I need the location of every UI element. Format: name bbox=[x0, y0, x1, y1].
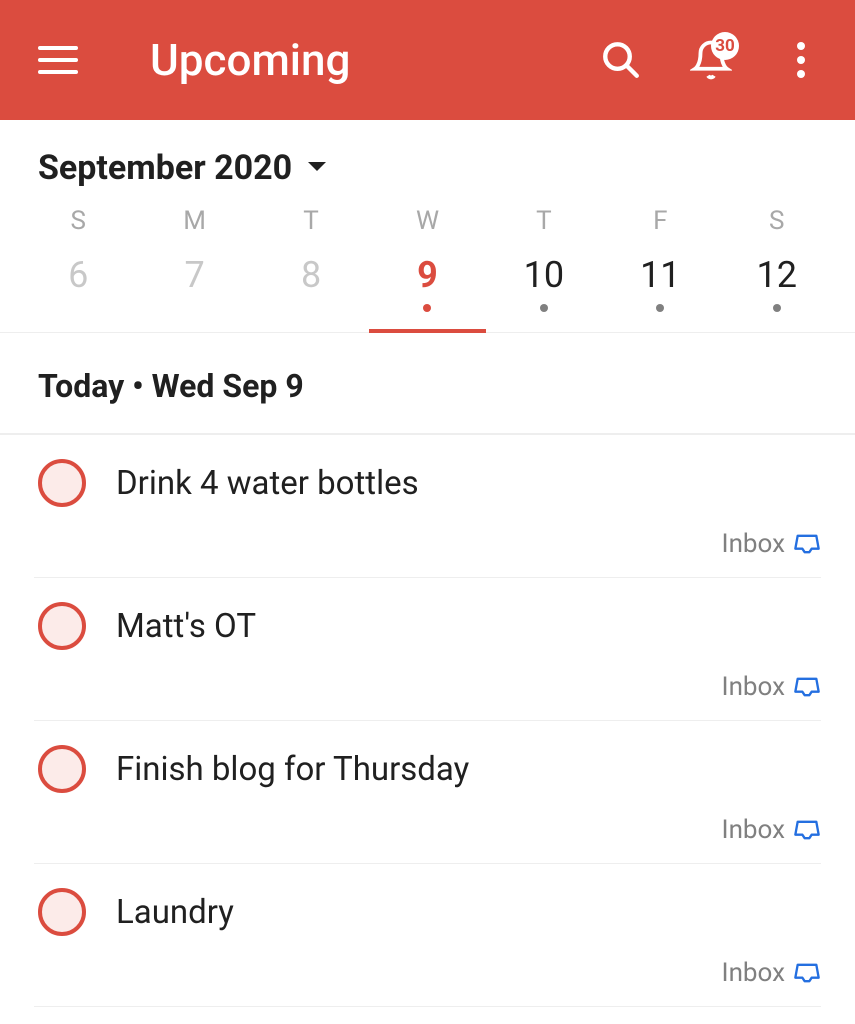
task-item[interactable]: Finish blog for Thursday Inbox bbox=[34, 721, 821, 864]
task-top-row: Laundry bbox=[38, 888, 821, 936]
header-actions: 30 bbox=[597, 36, 825, 84]
day-column[interactable]: S 12 bbox=[719, 206, 835, 332]
day-column[interactable]: T8 bbox=[253, 206, 369, 332]
project-label: Inbox bbox=[722, 958, 786, 988]
day-number: 6 bbox=[68, 254, 88, 296]
day-number: 9 bbox=[417, 254, 438, 296]
day-dot bbox=[773, 304, 781, 312]
day-letter: T bbox=[303, 206, 319, 236]
day-number: 11 bbox=[640, 254, 680, 296]
task-title: Drink 4 water bottles bbox=[116, 464, 419, 503]
task-item[interactable]: Drink 4 water bottles Inbox bbox=[34, 435, 821, 578]
task-meta: Inbox bbox=[38, 672, 821, 702]
day-number: 12 bbox=[757, 254, 797, 296]
task-top-row: Drink 4 water bottles bbox=[38, 459, 821, 507]
day-column[interactable]: T 10 bbox=[486, 206, 602, 332]
menu-icon[interactable] bbox=[38, 38, 82, 82]
day-letter: W bbox=[416, 206, 439, 236]
task-top-row: Finish blog for Thursday bbox=[38, 745, 821, 793]
day-dot bbox=[307, 304, 315, 312]
app-header: Upcoming 30 bbox=[0, 0, 855, 120]
day-column[interactable]: F 11 bbox=[602, 206, 718, 332]
task-checkbox[interactable] bbox=[38, 459, 86, 507]
month-selector[interactable]: September 2020 bbox=[0, 120, 855, 206]
project-label: Inbox bbox=[722, 672, 786, 702]
day-number: 10 bbox=[524, 254, 564, 296]
project-label: Inbox bbox=[722, 815, 786, 845]
day-letter: S bbox=[769, 206, 784, 236]
day-letter: S bbox=[70, 206, 85, 236]
task-checkbox[interactable] bbox=[38, 602, 86, 650]
task-meta: Inbox bbox=[38, 815, 821, 845]
task-item[interactable]: Laundry Inbox bbox=[34, 864, 821, 1007]
task-top-row: Matt's OT bbox=[38, 602, 821, 650]
inbox-icon bbox=[793, 532, 821, 556]
task-checkbox[interactable] bbox=[38, 745, 86, 793]
day-dot bbox=[74, 304, 82, 312]
day-letter: T bbox=[536, 206, 552, 236]
task-item[interactable]: Matt's OT Inbox bbox=[34, 578, 821, 721]
week-strip: S6M7T8W9T10F11S12 bbox=[0, 206, 855, 333]
task-list: Drink 4 water bottles Inbox Matt's OT Inbox… bbox=[0, 435, 855, 1007]
day-column[interactable]: W9 bbox=[369, 206, 485, 332]
selected-underline bbox=[369, 329, 485, 333]
inbox-icon bbox=[793, 818, 821, 842]
task-meta: Inbox bbox=[38, 529, 821, 559]
day-dot bbox=[191, 304, 199, 312]
day-number: 7 bbox=[185, 254, 205, 296]
task-title: Laundry bbox=[116, 893, 234, 932]
notification-icon[interactable]: 30 bbox=[687, 36, 735, 84]
chevron-down-icon bbox=[306, 159, 328, 178]
day-letter: M bbox=[183, 206, 206, 236]
task-title: Finish blog for Thursday bbox=[116, 750, 469, 789]
page-title: Upcoming bbox=[150, 34, 597, 86]
section-header: Today • Wed Sep 9 bbox=[0, 333, 855, 435]
task-title: Matt's OT bbox=[116, 607, 256, 646]
project-label: Inbox bbox=[722, 529, 786, 559]
task-checkbox[interactable] bbox=[38, 888, 86, 936]
day-column[interactable]: S6 bbox=[20, 206, 136, 332]
day-column[interactable]: M7 bbox=[136, 206, 252, 332]
day-dot bbox=[656, 304, 664, 312]
day-letter: F bbox=[653, 206, 667, 236]
day-number: 8 bbox=[301, 254, 321, 296]
inbox-icon bbox=[793, 961, 821, 985]
more-icon[interactable] bbox=[777, 36, 825, 84]
month-label: September 2020 bbox=[38, 148, 292, 188]
search-icon[interactable] bbox=[597, 36, 645, 84]
notification-badge: 30 bbox=[711, 32, 739, 60]
day-dot bbox=[540, 304, 548, 312]
day-dot bbox=[423, 304, 431, 312]
task-meta: Inbox bbox=[38, 958, 821, 988]
inbox-icon bbox=[793, 675, 821, 699]
